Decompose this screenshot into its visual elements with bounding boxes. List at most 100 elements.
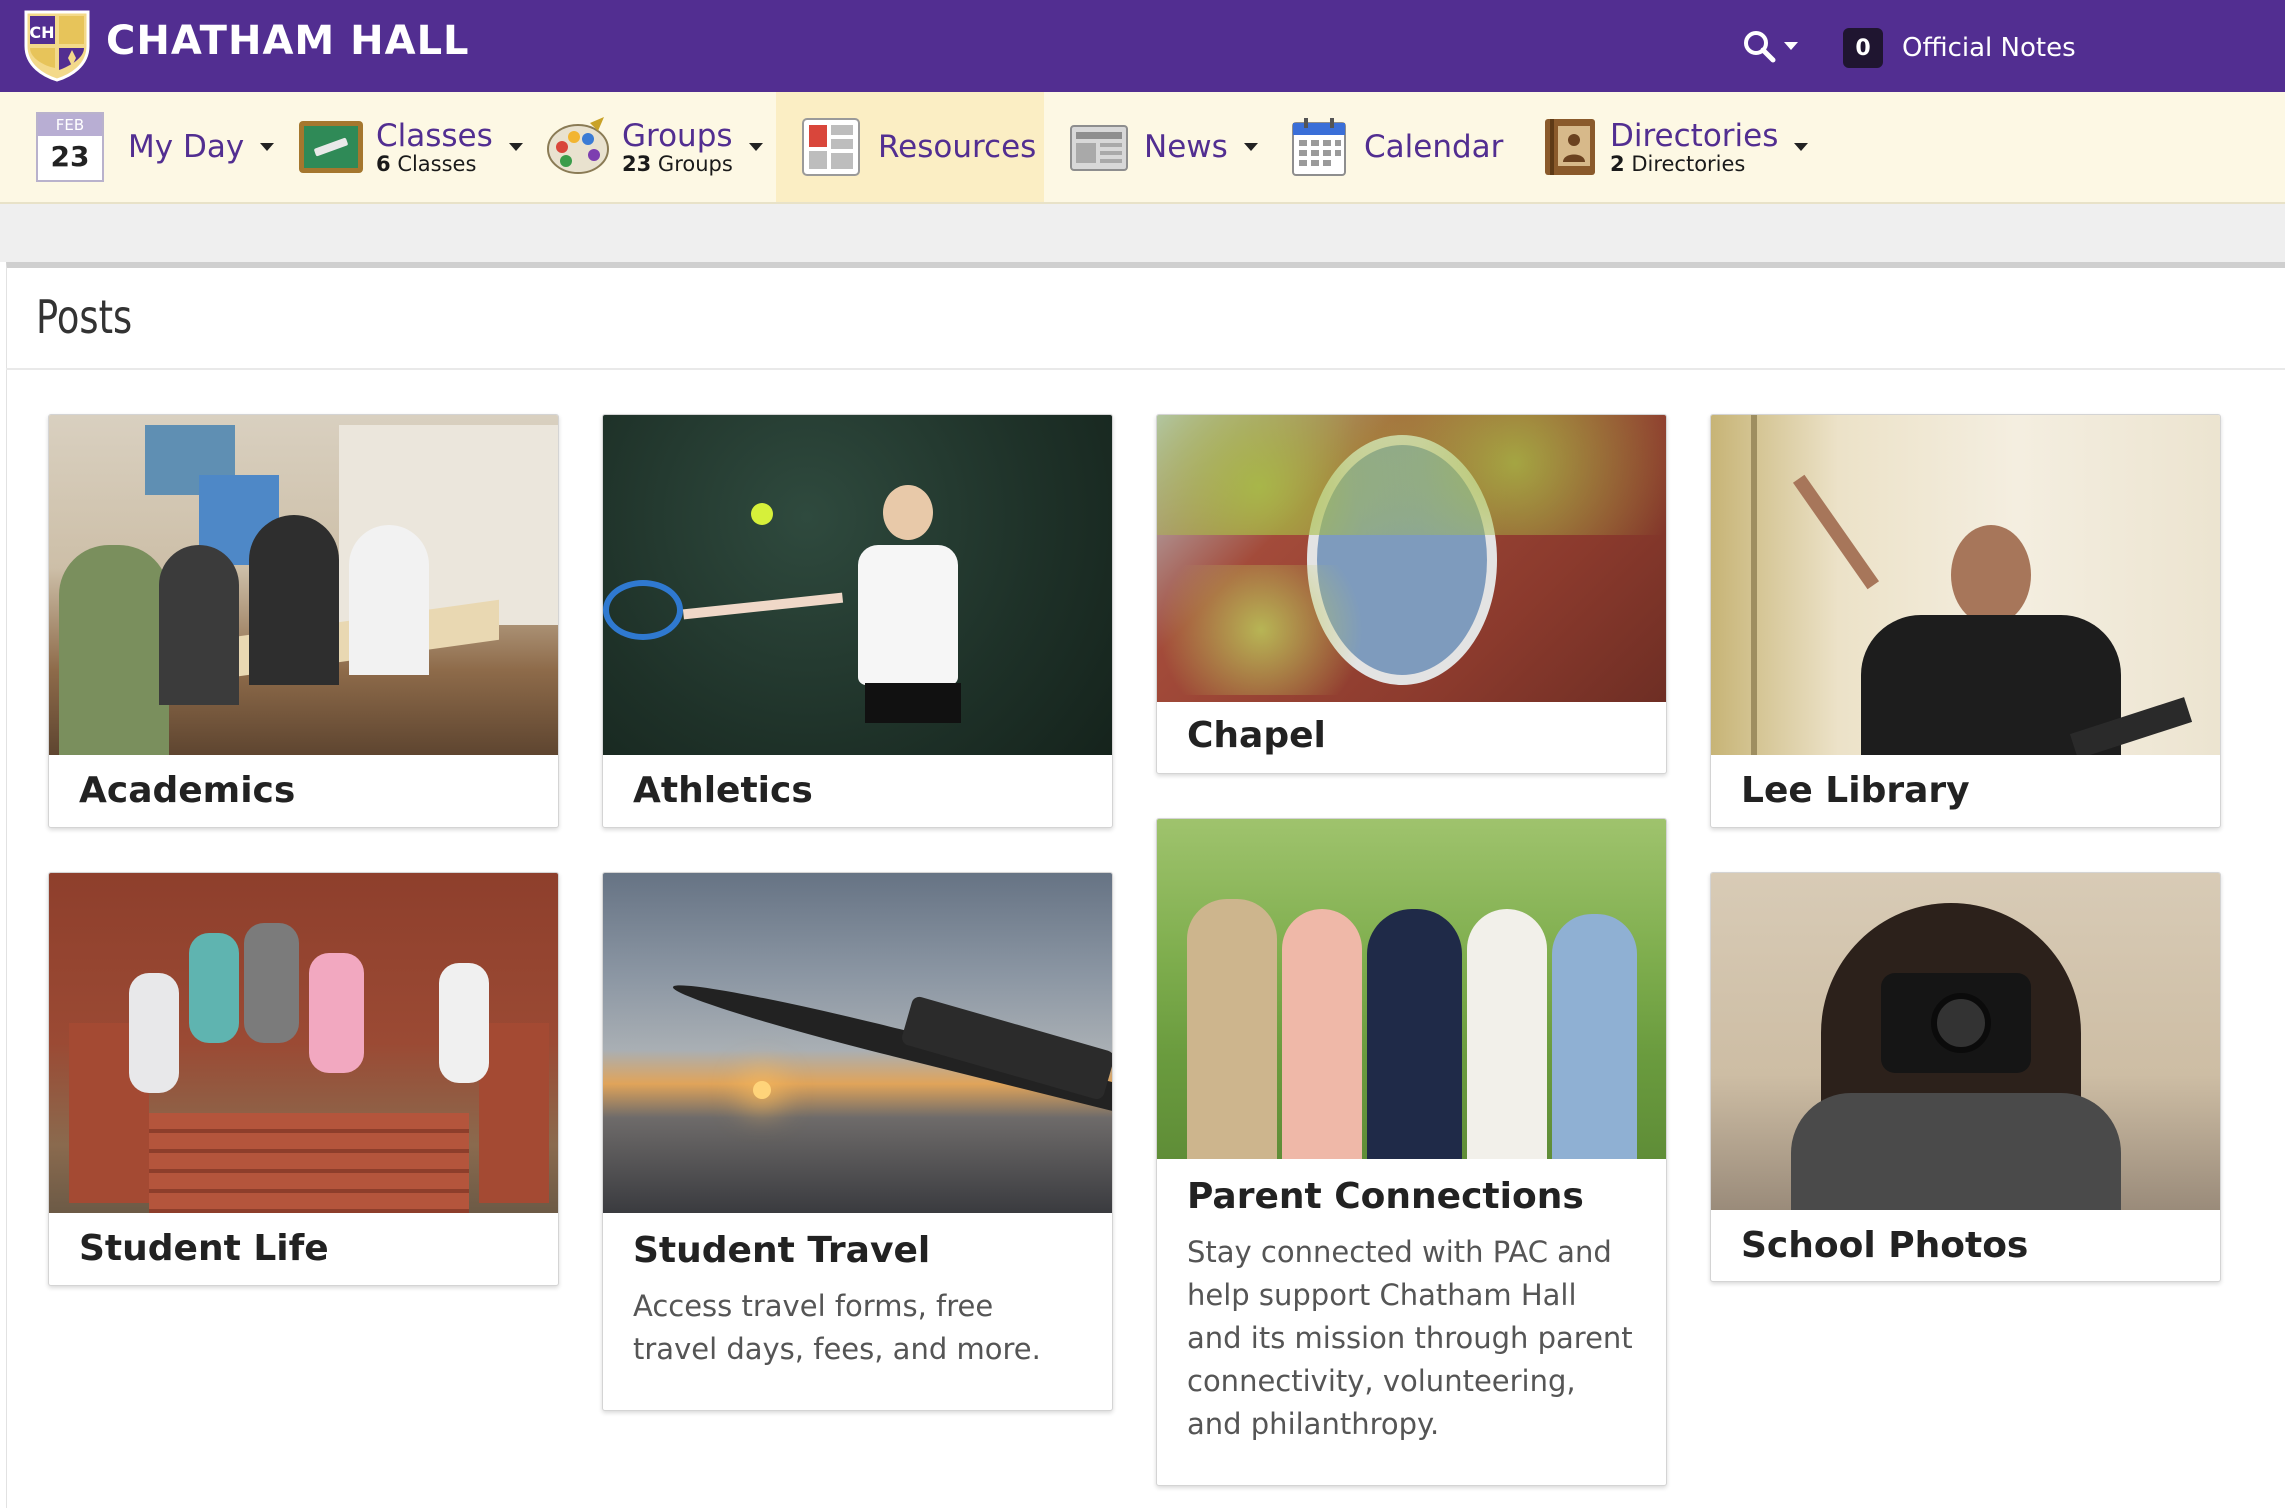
nav-resources[interactable]: Resources — [776, 92, 1044, 202]
airplane-wing — [900, 995, 1112, 1101]
player-shirt — [858, 545, 958, 685]
student-figure — [244, 923, 299, 1043]
card-caption: Academics — [49, 767, 558, 815]
student-figure — [349, 525, 429, 675]
date-month: FEB — [38, 114, 102, 136]
post-card-lee-library[interactable]: Lee Library — [1710, 414, 2221, 828]
card-description: Access travel forms, free travel days, f… — [633, 1289, 1041, 1366]
library-photo — [1711, 415, 2220, 755]
person-figure — [1367, 909, 1462, 1159]
top-bar: CH CHATHAM HALL 0 Official Notes — [0, 0, 2285, 92]
card-title: Chapel — [1187, 715, 1326, 756]
card-title: Lee Library — [1741, 770, 1970, 811]
nav-calendar[interactable]: Calendar — [1292, 92, 1503, 202]
tree-branches — [1157, 565, 1417, 695]
nav-news-label: News — [1144, 129, 1228, 165]
post-card-parent-connections[interactable]: Parent Connections Stay connected with P… — [1156, 818, 1667, 1486]
directories-count: 2 — [1610, 152, 1625, 176]
student-figure — [189, 933, 239, 1043]
card-caption: Lee Library — [1711, 767, 2220, 815]
student-figure — [249, 515, 339, 685]
school-crest-logo[interactable]: CH — [22, 8, 92, 82]
divider — [6, 368, 2285, 370]
person-figure — [1187, 899, 1277, 1159]
main-nav: FEB 23 My Day Classes 6 Classes Groups 2… — [0, 92, 2285, 204]
chevron-down-icon — [1794, 143, 1809, 151]
nav-directories-label: Directories — [1610, 118, 1779, 154]
subnav-strip — [0, 204, 2285, 262]
chevron-down-icon — [1784, 42, 1798, 50]
chalkboard-icon — [299, 121, 363, 173]
student-figure — [129, 973, 179, 1093]
brick-pillar — [479, 1023, 549, 1203]
card-caption: Parent Connections Stay connected with P… — [1157, 1173, 1666, 1446]
student-arm — [1792, 474, 1880, 590]
nav-calendar-label: Calendar — [1364, 129, 1504, 165]
card-description: Stay connected with PAC and help support… — [1187, 1235, 1633, 1441]
card-caption: Chapel — [1157, 712, 1666, 760]
directory-book-icon — [1545, 119, 1595, 175]
card-caption: School Photos — [1711, 1222, 2220, 1270]
classes-sub: Classes — [397, 152, 477, 176]
classes-count: 6 — [376, 152, 391, 176]
tennis-ball — [751, 503, 773, 525]
window-frame — [1751, 415, 1757, 755]
student-head — [1951, 525, 2031, 625]
academics-photo — [49, 415, 558, 755]
nav-groups-count: 23 Groups — [622, 153, 733, 175]
chevron-down-icon — [508, 143, 523, 151]
post-card-academics[interactable]: Academics — [48, 414, 559, 828]
card-caption: Student Life — [49, 1225, 558, 1273]
page-title: Posts — [36, 290, 133, 344]
nav-classes-label: Classes — [376, 118, 493, 154]
post-card-chapel[interactable]: Chapel — [1156, 414, 1667, 774]
card-title: Parent Connections — [1187, 1176, 1584, 1217]
person-figure — [1552, 914, 1637, 1159]
date-day: 23 — [50, 140, 90, 173]
person-figure — [1282, 909, 1362, 1159]
card-title: Student Travel — [633, 1230, 931, 1271]
nav-groups-label: Groups — [622, 118, 733, 154]
post-card-athletics[interactable]: Athletics — [602, 414, 1113, 828]
nav-groups[interactable]: Groups 23 Groups — [546, 92, 763, 202]
directories-sub: Directories — [1631, 152, 1746, 176]
school-photos-photo — [1711, 873, 2220, 1210]
player-head — [883, 485, 933, 540]
steps — [149, 1113, 469, 1213]
student-figure — [59, 545, 169, 755]
groups-sub: Groups — [657, 152, 733, 176]
newspaper-icon — [1070, 125, 1128, 171]
palette-icon — [547, 117, 609, 174]
player-arm — [682, 592, 844, 620]
chapel-photo — [1157, 415, 1666, 702]
post-card-school-photos[interactable]: School Photos — [1710, 872, 2221, 1282]
card-caption: Athletics — [603, 767, 1112, 815]
post-card-student-travel[interactable]: Student Travel Access travel forms, free… — [602, 872, 1113, 1411]
post-card-student-life[interactable]: Student Life — [48, 872, 559, 1286]
notes-count-badge[interactable]: 0 — [1843, 28, 1883, 68]
sunset — [753, 1081, 771, 1099]
search-button[interactable] — [1742, 26, 1802, 66]
svg-text:CH: CH — [29, 23, 54, 42]
parent-connections-photo — [1157, 819, 1666, 1159]
nav-my-day[interactable]: FEB 23 My Day — [36, 92, 275, 202]
nav-classes-count: 6 Classes — [376, 153, 493, 175]
nav-directories[interactable]: Directories 2 Directories — [1544, 92, 1809, 202]
student-figure — [159, 545, 239, 705]
card-title: Academics — [79, 770, 296, 811]
card-title: School Photos — [1741, 1225, 2029, 1266]
player-skirt — [865, 683, 961, 723]
athletics-photo — [603, 415, 1112, 755]
nav-classes[interactable]: Classes 6 Classes — [298, 92, 523, 202]
search-icon — [1744, 31, 1776, 63]
brand-name[interactable]: CHATHAM HALL — [106, 14, 470, 68]
student-travel-photo — [603, 873, 1112, 1213]
calendar-date-icon: FEB 23 — [36, 112, 104, 182]
student-figure — [309, 953, 364, 1073]
card-title: Athletics — [633, 770, 813, 811]
official-notes-link[interactable]: Official Notes — [1902, 30, 2076, 66]
nav-directories-count: 2 Directories — [1610, 153, 1778, 175]
nav-news[interactable]: News — [1070, 92, 1258, 202]
student-figure — [439, 963, 489, 1083]
groups-count: 23 — [622, 152, 652, 176]
